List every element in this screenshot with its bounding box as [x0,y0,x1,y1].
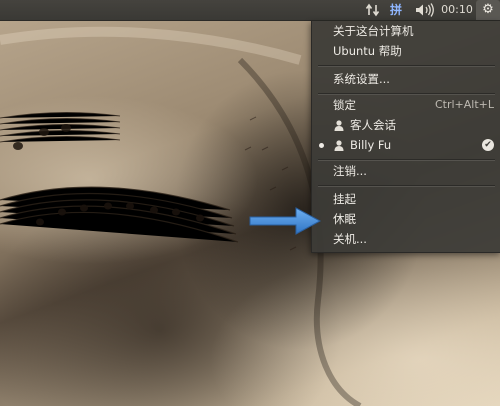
menu-item-label: Billy Fu [350,138,392,152]
session-menu: 关于这台计算机 Ubuntu 帮助 系统设置... 锁定 Ctrl+Alt+L … [311,21,500,253]
checkmark-icon: ✔ [482,139,494,151]
input-method-indicator[interactable]: 拼 [386,0,406,20]
menu-item-hibernate[interactable]: 休眠 [312,209,500,229]
volume-icon[interactable] [412,0,438,20]
menu-item-guest-session[interactable]: 客人会话 [312,115,500,135]
menu-separator [318,185,495,187]
menu-item-label: 关机... [333,232,367,246]
lock-shortcut: Ctrl+Alt+L [434,98,494,111]
clock[interactable]: 00:10 [440,0,474,20]
menu-item-label: 客人会话 [350,118,396,132]
top-panel: 拼 00:10 ⚙ [0,0,500,21]
active-user-bullet-icon [319,143,324,148]
gear-icon[interactable]: ⚙ [476,0,500,20]
user-icon [334,120,344,131]
menu-item-logout[interactable]: 注销... [312,161,500,181]
network-updown-icon[interactable] [363,0,383,20]
menu-item-label: 注销... [333,164,367,178]
menu-item-help[interactable]: Ubuntu 帮助 [312,41,500,61]
menu-item-lock[interactable]: 锁定 Ctrl+Alt+L [312,95,500,115]
menu-item-about[interactable]: 关于这台计算机 [312,21,500,41]
menu-item-label: 休眠 [333,212,356,226]
menu-item-label: 锁定 [333,98,356,112]
menu-item-user[interactable]: Billy Fu ✔ [312,135,500,155]
menu-item-label: 挂起 [333,192,356,206]
user-icon [334,140,344,151]
pointer-arrow-icon [249,207,322,235]
menu-item-label: 系统设置... [333,72,390,86]
menu-item-label: Ubuntu 帮助 [333,44,402,58]
menu-item-suspend[interactable]: 挂起 [312,189,500,209]
menu-item-label: 关于这台计算机 [333,24,414,38]
menu-item-shutdown[interactable]: 关机... [312,229,500,249]
menu-separator [318,65,495,67]
menu-item-system-settings[interactable]: 系统设置... [312,69,500,89]
